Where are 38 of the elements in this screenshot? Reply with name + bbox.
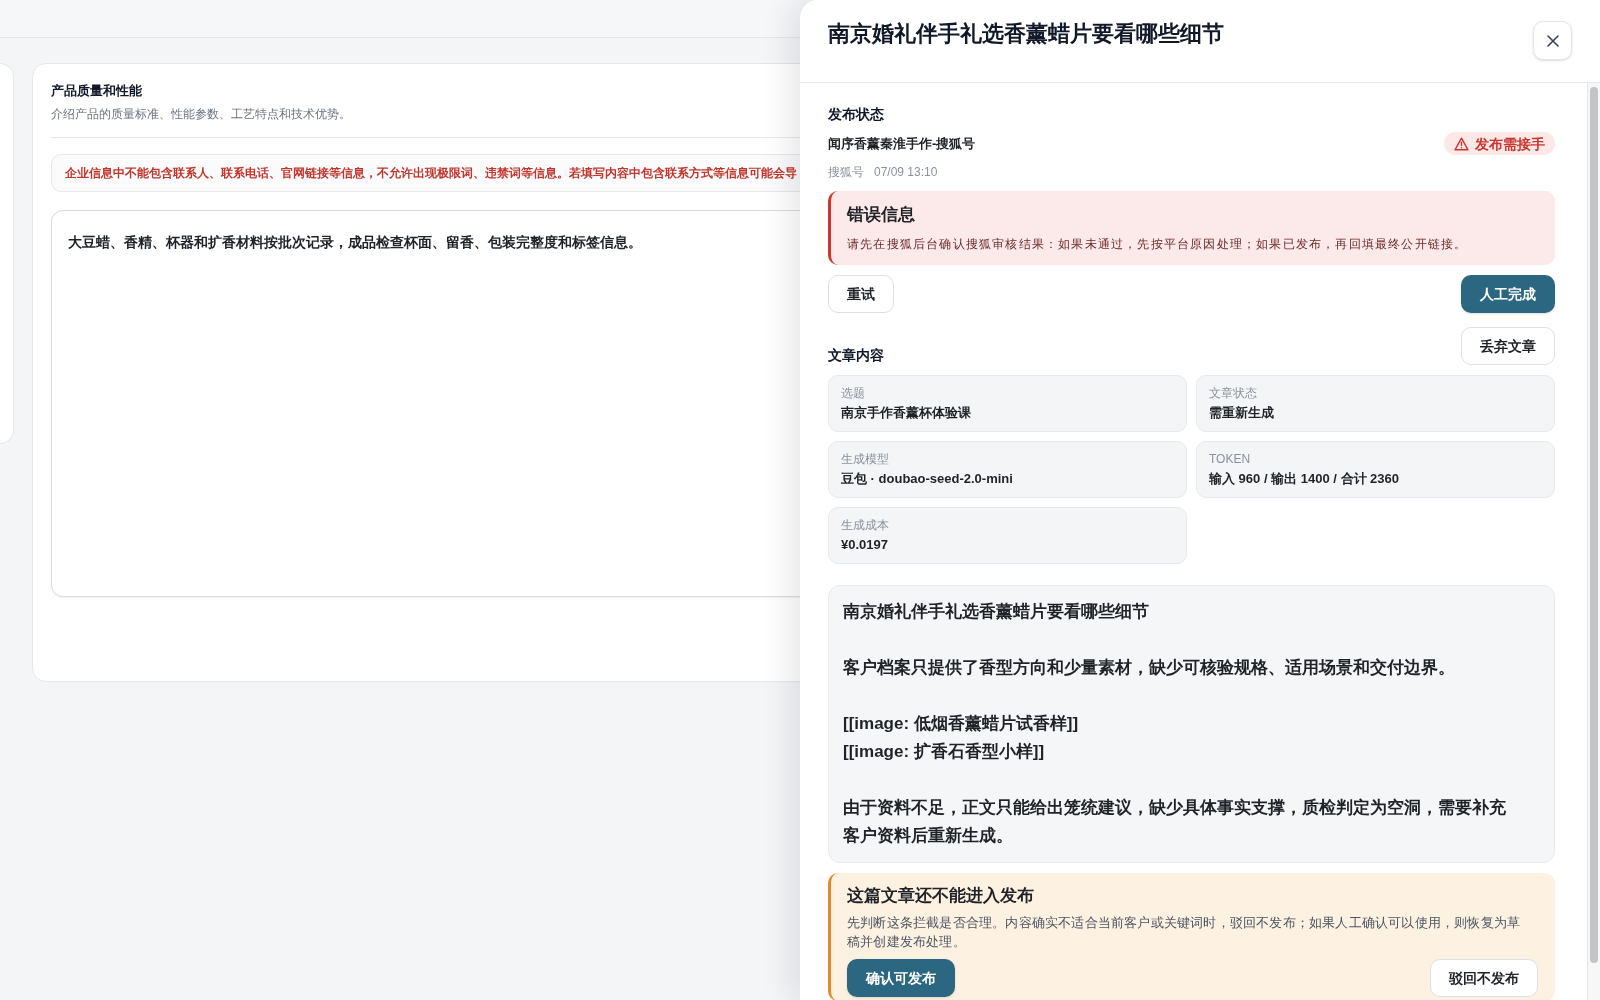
close-button[interactable] <box>1533 21 1572 60</box>
section-description: 介绍产品的质量标准、性能参数、工艺特点和技术优势。 <box>51 106 352 123</box>
article-paragraph: [[image: 扩香石香型小样]] <box>843 741 1046 763</box>
error-title: 错误信息 <box>847 204 916 226</box>
article-paragraph: 南京婚礼伴手礼选香薰蜡片要看哪些细节 <box>843 601 1150 623</box>
platform-text: 搜狐号 <box>828 164 864 180</box>
section-heading: 发布状态 <box>828 105 885 124</box>
action-button[interactable]: 重试 <box>828 275 894 313</box>
field-value: ¥0.0197 <box>841 536 889 554</box>
field-label: 文章状态 <box>1209 385 1258 401</box>
notice-text: 企业信息中不能包含联系人、联系电话、官网链接等信息，不允许出现极限词、违禁词等信息。若填写内容中包含联系方式等信息可能会导 <box>65 165 797 181</box>
error-message: 请先在搜狐后台确认搜狐审核结果：如果未通过，先按平台原因处理；如果已发布，再回填最终公开链接。 <box>847 236 1469 252</box>
review-message: 先判断这条拦截是否合理。内容确实不适合当前客户或关键词时，驳回不发布；如果人工确认可以使用，则恢复为草稿并创建发布处理。 <box>847 914 1522 951</box>
action-button[interactable]: 驳回不发布 <box>1430 959 1538 997</box>
section-title: 产品质量和性能 <box>51 82 143 100</box>
publish-time: 07/09 13:10 <box>874 164 938 180</box>
field-value: 需重新生成 <box>1209 404 1275 422</box>
field-label: 选题 <box>841 385 866 401</box>
action-button[interactable]: 丢弃文章 <box>1461 327 1555 365</box>
action-button[interactable]: 人工完成 <box>1461 275 1555 313</box>
field-value: 输入 960 / 输出 1400 / 合计 2360 <box>1209 470 1401 488</box>
scrollbar-thumb[interactable] <box>1590 87 1598 963</box>
account-name: 闻序香薰秦淮手作-搜狐号 <box>828 134 976 153</box>
article-paragraph: [[image: 低烟香薰蜡片试香样]] <box>843 713 1080 735</box>
warning-icon <box>1454 136 1469 151</box>
drawer-title: 南京婚礼伴手礼选香薰蜡片要看哪些细节 <box>828 20 1224 48</box>
close-icon <box>1546 34 1559 47</box>
article-paragraph: 客户档案只提供了香型方向和少量素材，缺少可核验规格、适用场景和交付边界。 <box>843 657 1456 679</box>
article-paragraph: 由于资料不足，正文只能给出笼统建议，缺少具体事实支撑，质检判定为空洞，需要补充客户资料后重新生成。 <box>843 797 1507 847</box>
badge-text: 发布需接手 <box>1475 134 1545 153</box>
field-value: 南京手作香薰杯体验课 <box>841 404 972 422</box>
field-value: 豆包 · doubao-seed-2.0-mini <box>841 470 1014 488</box>
field-label: 生成模型 <box>841 451 890 467</box>
field-label: 生成成本 <box>841 517 890 533</box>
action-button[interactable]: 确认可发布 <box>847 959 955 997</box>
review-title: 这篇文章还不能进入发布 <box>847 885 1035 907</box>
field-label: TOKEN <box>1209 451 1252 467</box>
section-heading: 文章内容 <box>828 346 884 365</box>
